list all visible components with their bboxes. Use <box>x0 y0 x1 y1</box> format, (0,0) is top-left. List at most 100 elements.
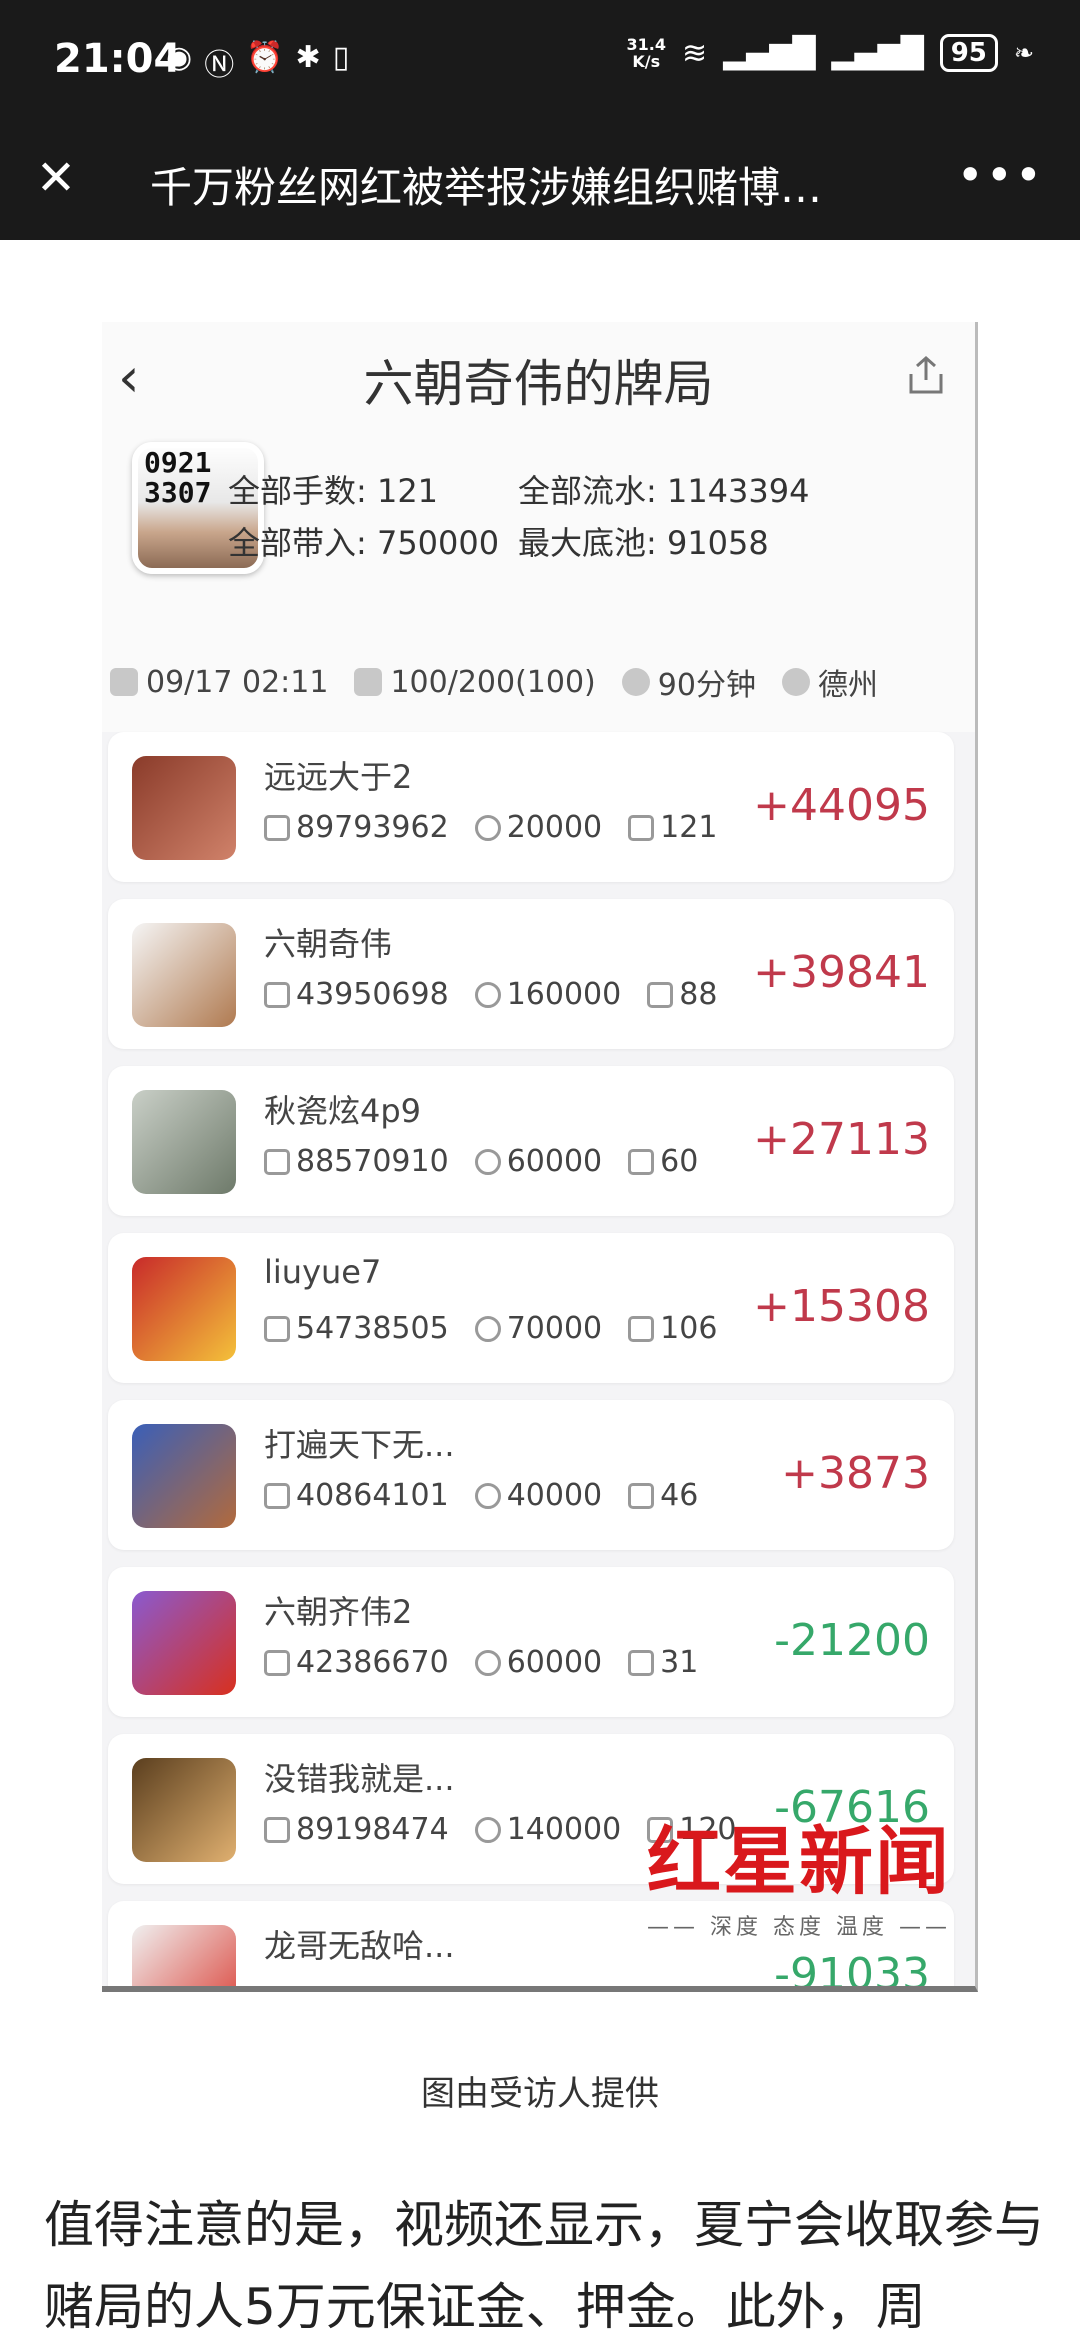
host-avatar-plate: 0921 3307 <box>144 448 211 508</box>
status-icons-left: ◉ Ⓝ ⏰ ✱ ▯ <box>166 40 349 84</box>
stat-total-hands: 全部手数: 121 <box>228 472 439 510</box>
cards-icon <box>647 981 674 1008</box>
player-id: 89198474 <box>296 1812 449 1847</box>
player-stats: 88570910 60000 60 <box>264 1144 698 1179</box>
battery-icon: 95 <box>939 34 998 72</box>
player-name: 远远大于2 <box>264 758 413 796</box>
player-id: 88570910 <box>296 1144 449 1179</box>
player-name: 龙哥无敌哈... <box>264 1927 455 1965</box>
vibrate-icon: ▯ <box>332 40 350 75</box>
player-avatar <box>132 1090 236 1194</box>
player-hands: 88 <box>679 977 718 1012</box>
player-buyin: 60000 <box>506 1144 603 1179</box>
meta-duration: 90分钟 <box>621 660 756 704</box>
player-stats: 89793962 20000 121 <box>264 810 717 845</box>
coins-icon <box>354 668 383 696</box>
host-avatar-line-1: 0921 <box>144 446 212 479</box>
meta-blinds: 100/200(100) <box>354 665 596 700</box>
player-id: 54738505 <box>296 1311 449 1346</box>
player-buyin: 60000 <box>506 1645 603 1680</box>
player-score: +3873 <box>781 1448 930 1499</box>
player-name: 秋瓷炫4p9 <box>264 1092 422 1130</box>
meta-game-text: 德州 <box>817 668 878 703</box>
chip-icon <box>474 1649 501 1676</box>
status-icons-right: 31.4 K/s ≋ ▂▄▆█ ▂▄▆█ 95 ❧ <box>626 34 1034 72</box>
player-avatar <box>132 1758 236 1862</box>
title-bar: ✕ 千万粉丝网红被举报涉嫌组织赌博… ••• <box>0 122 1080 240</box>
network-speed-value: 31.4 <box>626 35 666 54</box>
host-avatar-line-2: 3307 <box>144 476 212 509</box>
player-avatar <box>132 1424 236 1528</box>
player-row[interactable]: 六朝奇伟 43950698 160000 88 +39841 <box>108 899 954 1049</box>
id-card-icon <box>264 1816 290 1843</box>
article-title: 千万粉丝网红被举报涉嫌组织赌博… <box>150 163 823 212</box>
chip-icon <box>474 814 501 841</box>
watermark-sub: —— 深度 态度 温度 —— <box>647 1915 951 1940</box>
stat-total-buyin: 全部带入: 750000 <box>228 524 500 562</box>
player-hands: 46 <box>660 1478 699 1513</box>
player-row[interactable]: 远远大于2 89793962 20000 121 +44095 <box>108 732 954 882</box>
player-avatar <box>132 1257 236 1361</box>
close-icon: ✕ <box>35 150 77 206</box>
player-score: -21200 <box>774 1615 930 1666</box>
player-stats: 43950698 160000 88 <box>264 977 717 1012</box>
player-row[interactable]: liuyue7 54738505 70000 106 +15308 <box>108 1233 954 1383</box>
clock-icon <box>621 668 650 696</box>
player-row[interactable]: 打遍天下无... 40864101 40000 46 +3873 <box>108 1400 954 1550</box>
player-buyin: 40000 <box>506 1478 603 1513</box>
player-name: liuyue7 <box>264 1253 382 1291</box>
leaf-icon: ❧ <box>1013 39 1034 67</box>
watermark-main: 红星新闻 <box>647 1819 951 1905</box>
player-id: 42386670 <box>296 1645 449 1680</box>
status-bar: 21:04 ◉ Ⓝ ⏰ ✱ ▯ 31.4 K/s ≋ ▂▄▆█ ▂▄▆█ 95 … <box>0 0 1080 122</box>
player-id: 40864101 <box>296 1478 449 1513</box>
article-image: ‹ 六朝奇伟的牌局 0921 3307 全部手数: 121 全部流水: 1143… <box>102 322 978 1992</box>
meta-date: 09/17 02:11 <box>110 665 328 700</box>
cards-icon <box>628 1649 655 1676</box>
watermark-logo: 红星新闻 —— 深度 态度 温度 —— <box>647 1802 951 1941</box>
close-button[interactable]: ✕ <box>28 150 84 206</box>
player-stats: 54738505 70000 106 <box>264 1311 717 1346</box>
stat-total-flow: 全部流水: 1143394 <box>518 472 810 510</box>
cards-icon <box>628 1148 655 1175</box>
nfc-icon: Ⓝ <box>204 48 235 83</box>
more-button[interactable]: ••• <box>957 148 1044 202</box>
player-score: +27113 <box>753 1114 930 1165</box>
chip-icon <box>474 1482 501 1509</box>
player-stats: 40864101 40000 46 <box>264 1478 698 1513</box>
player-buyin: 20000 <box>506 810 603 845</box>
id-card-icon <box>264 1482 290 1509</box>
signal-icon-2: ▂▄▆█ <box>831 35 924 71</box>
status-time: 21:04 <box>54 36 182 82</box>
player-avatar <box>132 756 236 860</box>
meta-date-text: 09/17 02:11 <box>146 664 329 700</box>
id-card-icon <box>264 1649 290 1676</box>
player-score: +15308 <box>753 1281 930 1332</box>
player-row[interactable]: 六朝齐伟2 42386670 60000 31 -21200 <box>108 1567 954 1717</box>
poker-chip-icon <box>781 668 810 696</box>
cards-icon <box>628 814 655 841</box>
more-icon: ••• <box>956 148 1044 202</box>
chip-icon <box>474 1816 501 1843</box>
id-card-icon <box>264 1315 290 1342</box>
player-hands: 60 <box>660 1144 699 1179</box>
alarm-icon: ⏰ <box>246 40 284 75</box>
eye-icon: ◉ <box>166 40 193 75</box>
network-speed-unit: K/s <box>632 52 661 71</box>
image-caption: 图由受访人提供 <box>421 2074 659 2114</box>
image-header: ‹ 六朝奇伟的牌局 <box>102 322 975 432</box>
stat-max-pot: 最大底池: 91058 <box>518 524 769 562</box>
game-summary: 0921 3307 全部手数: 121 全部流水: 1143394 全部带入: … <box>102 432 975 732</box>
player-name: 六朝齐伟2 <box>264 1593 413 1631</box>
id-card-icon <box>264 1148 290 1175</box>
cards-icon <box>628 1315 655 1342</box>
meta-game: 德州 <box>781 660 878 704</box>
meta-duration-text: 90分钟 <box>657 668 756 703</box>
calendar-icon <box>110 668 138 696</box>
player-row[interactable]: 秋瓷炫4p9 88570910 60000 60 +27113 <box>108 1066 954 1216</box>
player-avatar <box>132 923 236 1027</box>
player-hands: 31 <box>660 1645 699 1680</box>
player-stats: 42386670 60000 31 <box>264 1645 698 1680</box>
player-avatar <box>132 1591 236 1695</box>
cards-icon <box>628 1482 655 1509</box>
